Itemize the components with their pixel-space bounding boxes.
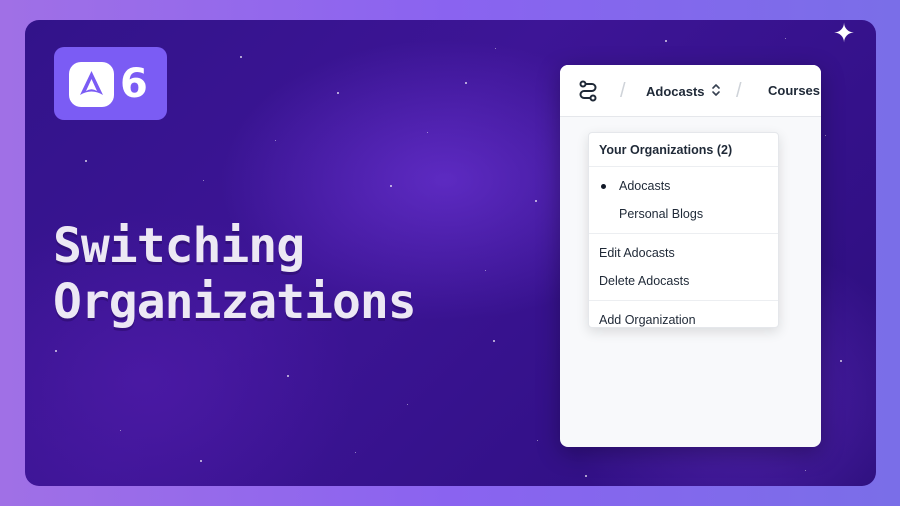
organization-switcher[interactable]: Adocasts: [646, 79, 721, 103]
adonis-a-icon: [69, 62, 114, 107]
breadcrumb-separator: /: [620, 80, 626, 102]
dropdown-header: Your Organizations (2): [589, 133, 778, 167]
hero-card: ✦ 6 Switching Organizations / Adocasts /…: [25, 20, 876, 486]
breadcrumb-separator: /: [736, 80, 742, 102]
chevron-up-down-icon: [711, 83, 721, 99]
headline-line-2: Organizations: [53, 274, 417, 330]
sparkle-icon: ✦: [833, 20, 855, 48]
organization-dropdown: Your Organizations (2) Adocasts Personal…: [588, 132, 779, 328]
top-navigation-bar: / Adocasts / Courses: [560, 65, 821, 117]
badge-number: 6: [120, 61, 148, 107]
add-organization-item[interactable]: Add Organization: [589, 306, 778, 334]
route-icon[interactable]: [576, 79, 600, 103]
headline-line-1: Switching: [53, 218, 305, 274]
organization-item-label: Personal Blogs: [619, 207, 704, 221]
edit-organization-item[interactable]: Edit Adocasts: [589, 239, 778, 267]
page-title: Switching Organizations: [53, 218, 533, 330]
selected-indicator-icon: [601, 184, 606, 189]
organization-item-adocasts[interactable]: Adocasts: [589, 172, 778, 200]
organization-list: Adocasts Personal Blogs: [589, 167, 778, 234]
delete-organization-item[interactable]: Delete Adocasts: [589, 267, 778, 295]
organization-switcher-label: Adocasts: [646, 83, 705, 99]
organization-item-label: Adocasts: [619, 179, 671, 193]
add-organization-section: Add Organization: [589, 301, 778, 339]
organization-item-personal-blogs[interactable]: Personal Blogs: [589, 200, 778, 228]
courses-link[interactable]: Courses: [768, 79, 820, 103]
organization-actions: Edit Adocasts Delete Adocasts: [589, 234, 778, 301]
brand-badge: 6: [54, 47, 167, 120]
